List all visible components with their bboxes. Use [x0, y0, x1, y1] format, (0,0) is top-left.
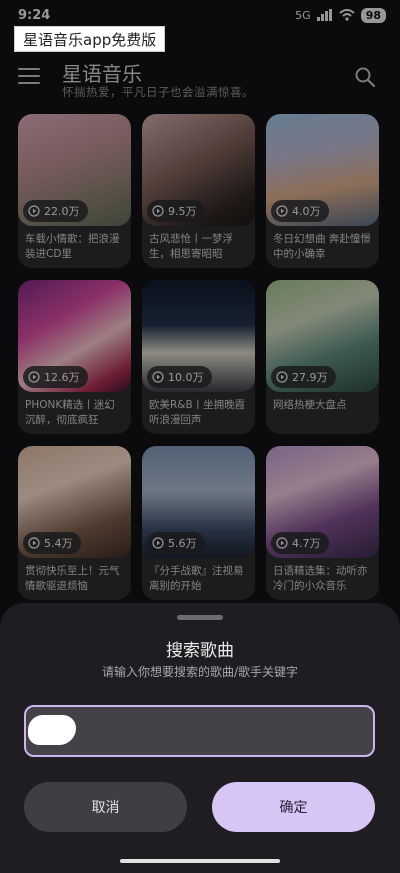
- confirm-button[interactable]: 确定: [212, 782, 375, 832]
- redaction-mark: [28, 715, 76, 745]
- search-input-container[interactable]: [24, 705, 375, 757]
- drag-handle[interactable]: [177, 615, 223, 620]
- dialog-subtitle: 请输入你想要搜索的歌曲/歌手关键字: [101, 665, 299, 679]
- dialog-title: 搜索歌曲: [166, 641, 234, 661]
- watermark-label: 星语音乐app免费版: [14, 26, 166, 52]
- search-dialog: 搜索歌曲 请输入你想要搜索的歌曲/歌手关键字 取消 确定: [0, 603, 400, 873]
- cancel-button[interactable]: 取消: [24, 782, 187, 832]
- search-input[interactable]: [40, 723, 359, 739]
- home-indicator[interactable]: [120, 859, 280, 863]
